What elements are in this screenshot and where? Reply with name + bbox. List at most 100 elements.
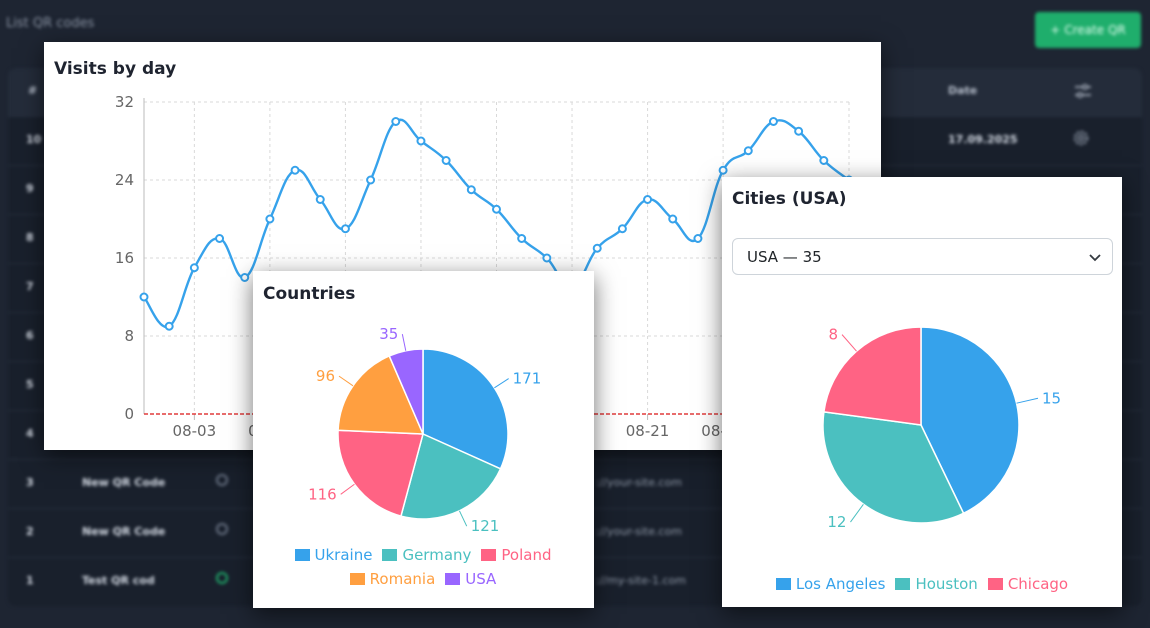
data-point[interactable]: [189, 263, 199, 273]
data-point[interactable]: [391, 117, 401, 126]
x-tick-label: 08-21: [626, 422, 670, 440]
legend-label: Los Angeles: [795, 575, 886, 593]
data-point[interactable]: [164, 321, 174, 331]
row-id: 7: [26, 280, 34, 293]
slice-value-label: 116: [308, 485, 337, 503]
cities-legend: Los Angeles Houston Chicago: [732, 572, 1112, 596]
data-point[interactable]: [466, 185, 476, 195]
column-num: #: [28, 84, 38, 97]
row-id: 10: [26, 133, 42, 146]
data-point[interactable]: [315, 195, 325, 204]
sliders-icon[interactable]: [1074, 84, 1092, 101]
slice-value-label: 12: [827, 513, 846, 531]
slice-label-leader: [841, 334, 857, 352]
row-name: Test QR cod: [82, 574, 155, 587]
data-point[interactable]: [492, 204, 501, 214]
data-point[interactable]: [768, 117, 778, 126]
legend-swatch: [294, 549, 310, 561]
legend-item[interactable]: Chicago: [987, 572, 1069, 596]
plus-icon: +: [1050, 23, 1061, 37]
legend-label: Poland: [501, 546, 552, 564]
slice-label-leader: [1016, 397, 1039, 404]
data-point[interactable]: [693, 234, 703, 243]
cities-pie-chart: 15 12 8: [822, 326, 1061, 531]
legend-label: USA: [465, 570, 497, 588]
column-date: Date: [948, 84, 978, 97]
page-title: List QR codes: [6, 16, 95, 31]
row-date: 17.09.2025: [948, 133, 1018, 146]
legend-swatch: [349, 573, 365, 585]
slice-label-leader: [401, 334, 407, 351]
row-id: 5: [26, 378, 34, 391]
data-point[interactable]: [139, 292, 149, 302]
slice-value-label: 8: [829, 326, 839, 344]
data-point[interactable]: [794, 126, 804, 136]
row-id: 3: [26, 476, 34, 489]
y-tick-label: 24: [115, 171, 134, 189]
slice-label-leader: [338, 375, 354, 387]
row-url: ://your-site.com: [596, 525, 682, 538]
row-url: ://my-site-1.com: [596, 574, 686, 587]
data-point[interactable]: [215, 234, 225, 243]
data-point[interactable]: [643, 195, 653, 204]
data-point[interactable]: [668, 214, 678, 224]
countries-chart-card: Countries 171 121 116 96 35 Ukraine Germany Po…: [253, 271, 594, 608]
data-point[interactable]: [542, 253, 552, 263]
data-point[interactable]: [517, 234, 527, 243]
create-qr-label: Create QR: [1064, 23, 1126, 37]
row-name: New QR Code: [82, 525, 166, 538]
slice-value-label: 121: [471, 517, 500, 535]
cities-chart-card: Cities (USA) USA — 35 15 12 8 Los Angeles H…: [722, 177, 1122, 607]
x-tick-label: 08-03: [173, 422, 217, 440]
legend-item[interactable]: Los Angeles: [775, 572, 886, 596]
data-point[interactable]: [340, 224, 350, 234]
data-point[interactable]: [743, 146, 753, 156]
legend-label: Ukraine: [314, 546, 373, 564]
y-tick-label: 8: [124, 327, 134, 345]
row-id: 1: [26, 574, 34, 587]
slice-label-leader: [494, 378, 509, 389]
data-point[interactable]: [366, 175, 376, 185]
legend-item[interactable]: USA: [445, 567, 496, 591]
y-tick-label: 32: [115, 93, 134, 111]
legend-label: Germany: [402, 546, 472, 564]
legend-swatch: [382, 549, 398, 561]
legend-swatch: [481, 549, 497, 561]
countries-legend: Ukraine Germany Poland Romania USA: [273, 543, 573, 591]
row-id: 6: [26, 329, 34, 342]
data-point[interactable]: [265, 214, 275, 224]
row-id: 4: [26, 427, 34, 440]
pie-slice-chicago[interactable]: [823, 326, 922, 426]
data-point[interactable]: [416, 136, 426, 146]
row-id: 8: [26, 231, 34, 244]
data-point[interactable]: [819, 156, 829, 165]
data-point[interactable]: [617, 224, 627, 234]
slice-value-label: 35: [379, 325, 398, 343]
gear-icon[interactable]: [1072, 129, 1090, 150]
legend-label: Chicago: [1007, 575, 1069, 593]
row-id: 9: [26, 182, 34, 195]
legend-item[interactable]: Romania: [349, 567, 436, 591]
slice-label-leader: [340, 483, 355, 495]
create-qr-button[interactable]: + Create QR: [1035, 12, 1141, 48]
legend-item[interactable]: Poland: [481, 543, 551, 567]
legend-swatch: [445, 573, 461, 585]
legend-item[interactable]: Ukraine: [294, 543, 373, 567]
data-point[interactable]: [592, 243, 602, 253]
legend-label: Houston: [915, 575, 978, 593]
data-point[interactable]: [240, 273, 250, 282]
data-point[interactable]: [441, 156, 451, 165]
legend-item[interactable]: Houston: [895, 572, 978, 596]
data-point[interactable]: [290, 165, 300, 175]
legend-swatch: [775, 578, 791, 590]
slice-value-label: 96: [316, 367, 335, 385]
y-tick-label: 0: [124, 405, 134, 423]
status-icon: [216, 523, 228, 535]
legend-item[interactable]: Germany: [382, 543, 471, 567]
legend-label: Romania: [369, 570, 436, 588]
data-point[interactable]: [718, 165, 728, 175]
row-name: New QR Code: [82, 476, 166, 489]
row-url: ://your-site.com: [596, 476, 682, 489]
status-icon: [216, 474, 228, 486]
status-icon: [216, 572, 228, 584]
